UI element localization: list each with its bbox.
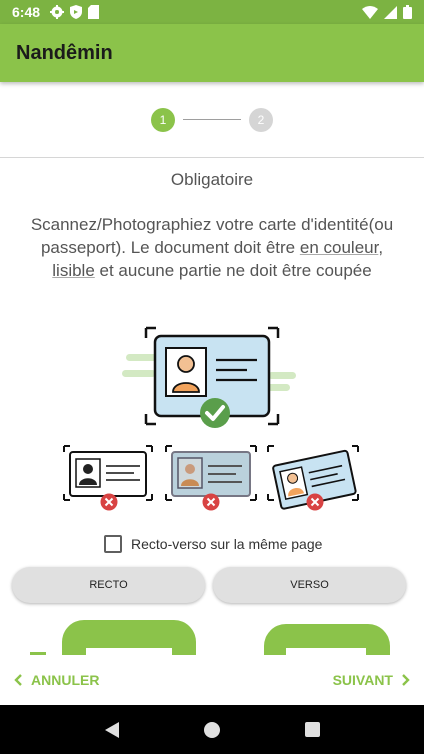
id-card-valid-illustration	[122, 326, 296, 428]
settings-icon	[50, 5, 65, 19]
step-1-indicator: 1	[151, 107, 175, 132]
required-label: Obligatoire	[170, 170, 254, 189]
step-2-indicator: 2	[249, 107, 273, 132]
chevron-left-icon	[14, 674, 22, 686]
next-label: SUIVANT	[332, 672, 393, 688]
instructions-text: Scannez/Photographiez votre carte d'iden…	[18, 213, 406, 282]
cropped-card-example	[63, 445, 153, 511]
document-side-buttons: RECTO VERSO	[12, 567, 406, 603]
bottom-navigation: ANNULER SUIVANT	[0, 655, 424, 705]
verso-capture-frame	[286, 648, 366, 655]
recto-verso-checkbox[interactable]	[104, 535, 122, 553]
screen: 6:48 Nandêmin 1 2 Obligatoire Scannez/Ph…	[0, 0, 424, 754]
status-time: 6:48	[12, 4, 41, 20]
shield-icon	[70, 5, 83, 19]
battery-icon	[403, 5, 412, 19]
verso-button[interactable]: VERSO	[213, 567, 406, 603]
tilted-card-example	[267, 445, 359, 511]
instructions-emphasis-readable: lisible	[52, 261, 95, 280]
app-bar: Nandêmin	[0, 24, 424, 82]
sd-card-icon	[88, 5, 100, 19]
step-connector	[183, 119, 241, 120]
back-icon[interactable]	[104, 721, 120, 739]
recents-icon[interactable]	[304, 722, 320, 737]
signal-icon	[384, 5, 397, 19]
cancel-button[interactable]: ANNULER	[14, 672, 99, 688]
cancel-label: ANNULER	[31, 672, 100, 688]
next-button[interactable]: SUIVANT	[333, 672, 410, 688]
wifi-icon	[362, 5, 378, 19]
recto-button[interactable]: RECTO	[12, 567, 205, 603]
recto-capture-frame	[86, 648, 172, 655]
recto-verso-checkbox-row[interactable]: Recto-verso sur la même page	[104, 535, 322, 553]
app-title: Nandêmin	[16, 41, 113, 64]
chevron-right-icon	[402, 674, 410, 686]
recto-verso-label: Recto-verso sur la même page	[131, 536, 323, 552]
id-card-invalid-examples	[63, 445, 359, 511]
recto-capture-card[interactable]	[62, 620, 196, 655]
verso-capture-card[interactable]	[264, 624, 390, 655]
system-navigation-bar	[0, 705, 424, 754]
instructions-emphasis-color: en couleur	[299, 238, 379, 257]
home-icon[interactable]	[204, 721, 221, 738]
instructions-part-2: et aucune partie ne doit être coupée	[94, 261, 372, 280]
stepper: 1 2	[0, 82, 424, 158]
instructions-separator: ,	[378, 238, 384, 257]
status-bar: 6:48	[0, 0, 424, 24]
blurry-card-example	[165, 445, 257, 511]
capture-area	[0, 615, 424, 655]
